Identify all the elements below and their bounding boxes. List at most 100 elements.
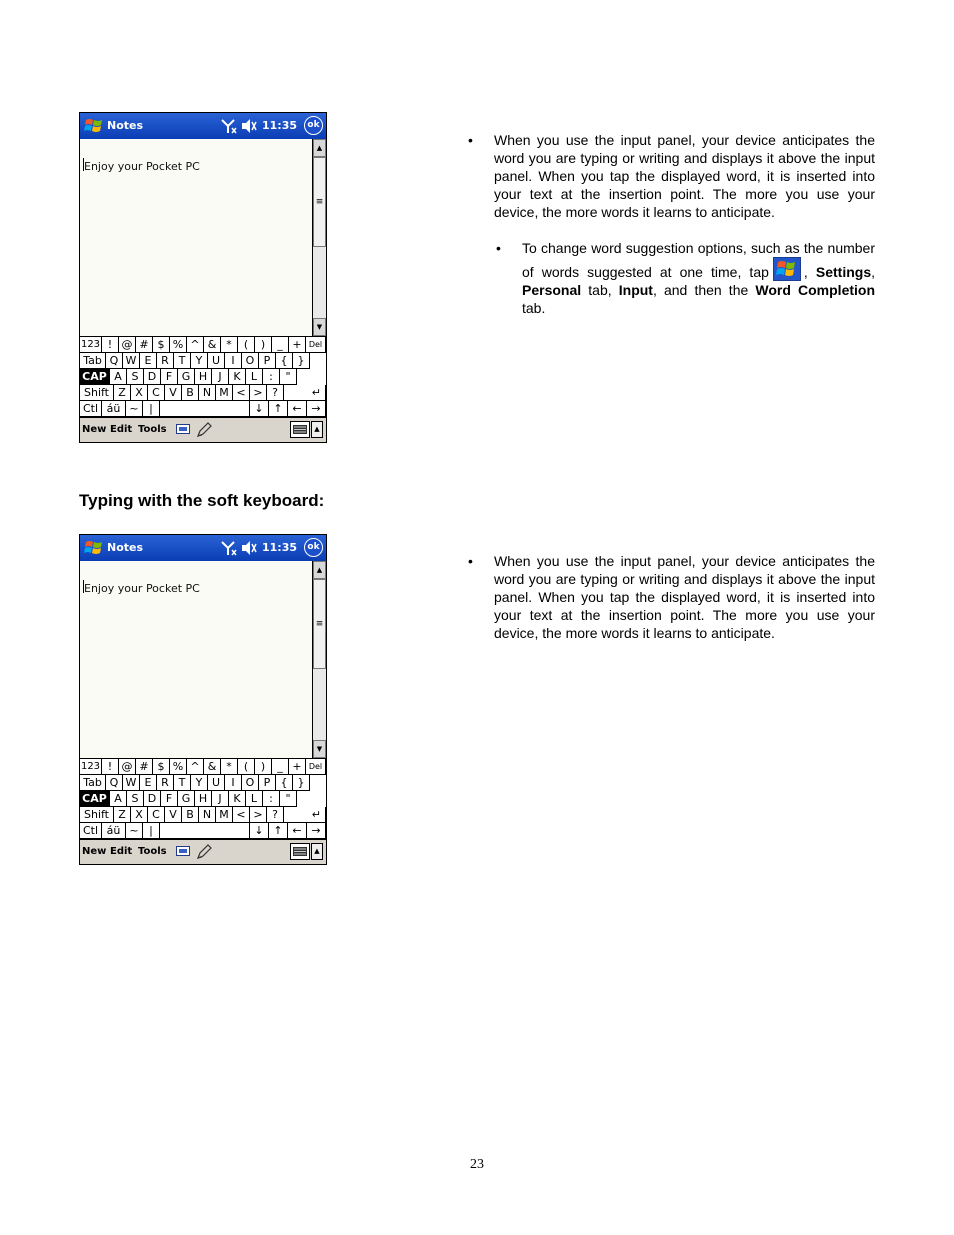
clock[interactable]: 11:35 [262, 119, 297, 132]
key[interactable]: D [144, 369, 161, 385]
key[interactable]: F [161, 369, 178, 385]
note-area[interactable]: Enjoy your Pocket PC [80, 139, 312, 336]
key[interactable]: 123 [80, 759, 102, 775]
key[interactable]: R [157, 353, 174, 369]
volume-icon[interactable] [240, 118, 258, 134]
key-delete[interactable]: Del [306, 337, 326, 353]
key[interactable]: ( [238, 759, 255, 775]
key-arrow-down[interactable]: ↓ [250, 401, 269, 417]
key[interactable]: | [143, 823, 160, 839]
key[interactable]: B [182, 807, 199, 823]
key-shift[interactable]: Shift [80, 385, 114, 401]
key[interactable]: V [165, 385, 182, 401]
windows-start-icon[interactable] [83, 538, 105, 558]
key[interactable]: J [212, 369, 229, 385]
key[interactable]: X [131, 807, 148, 823]
key[interactable]: L [246, 369, 263, 385]
key[interactable]: $ [153, 337, 170, 353]
key[interactable]: ! [102, 759, 119, 775]
key[interactable]: ~ [126, 401, 143, 417]
key-enter[interactable]: ↵ [284, 385, 326, 401]
key[interactable]: % [170, 759, 187, 775]
key[interactable]: V [165, 807, 182, 823]
key-space[interactable] [160, 401, 250, 417]
key-accents[interactable]: áü [102, 823, 126, 839]
key-arrow-up[interactable]: ↑ [269, 823, 288, 839]
key[interactable]: ) [255, 337, 272, 353]
signal-icon[interactable] [220, 117, 238, 135]
key[interactable]: S [127, 369, 144, 385]
key[interactable]: & [204, 337, 221, 353]
key[interactable]: M [216, 807, 233, 823]
key-arrow-up[interactable]: ↑ [269, 401, 288, 417]
key[interactable]: Q [106, 775, 123, 791]
key[interactable]: G [178, 791, 195, 807]
key[interactable]: < [233, 807, 250, 823]
key-accents[interactable]: áü [102, 401, 126, 417]
volume-icon[interactable] [240, 540, 258, 556]
key[interactable]: S [127, 791, 144, 807]
key[interactable]: T [174, 775, 191, 791]
input-panel-arrow-icon[interactable]: ▲ [311, 421, 323, 438]
key[interactable]: U [208, 353, 225, 369]
key[interactable]: M [216, 385, 233, 401]
key[interactable]: O [242, 775, 259, 791]
key[interactable]: } [293, 775, 310, 791]
scroll-down-icon[interactable]: ▼ [313, 318, 326, 336]
key[interactable]: N [199, 807, 216, 823]
key-caps[interactable]: CAP [80, 369, 110, 385]
key[interactable]: " [280, 369, 297, 385]
ok-button[interactable]: ok [304, 538, 323, 557]
key-shift[interactable]: Shift [80, 807, 114, 823]
scroll-up-icon[interactable]: ▲ [313, 139, 326, 157]
key[interactable]: * [221, 759, 238, 775]
key[interactable]: I [225, 353, 242, 369]
menu-tools[interactable]: Tools [138, 846, 167, 857]
vertical-scrollbar[interactable]: ▲ ≡ ▼ [312, 139, 326, 336]
key[interactable]: L [246, 791, 263, 807]
scroll-down-icon[interactable]: ▼ [313, 740, 326, 758]
key[interactable]: E [140, 353, 157, 369]
scroll-thumb[interactable]: ≡ [313, 157, 326, 247]
key[interactable]: > [250, 807, 267, 823]
key-tab[interactable]: Tab [80, 775, 106, 791]
key[interactable]: | [143, 401, 160, 417]
key[interactable]: ? [267, 807, 284, 823]
key[interactable]: ^ [187, 759, 204, 775]
ok-button[interactable]: ok [304, 116, 323, 135]
key[interactable]: & [204, 759, 221, 775]
key[interactable]: U [208, 775, 225, 791]
note-area[interactable]: Enjoy your Pocket PC [80, 561, 312, 758]
key[interactable]: < [233, 385, 250, 401]
key[interactable]: _ [272, 337, 289, 353]
key[interactable]: D [144, 791, 161, 807]
key[interactable]: Y [191, 775, 208, 791]
key[interactable]: T [174, 353, 191, 369]
key[interactable]: W [123, 775, 140, 791]
key-arrow-right[interactable]: → [307, 401, 326, 417]
key[interactable]: Y [191, 353, 208, 369]
key[interactable]: H [195, 369, 212, 385]
key[interactable]: 123 [80, 337, 102, 353]
keyboard-icon[interactable] [290, 421, 310, 438]
key[interactable]: G [178, 369, 195, 385]
scroll-up-icon[interactable]: ▲ [313, 561, 326, 579]
key[interactable]: { [276, 353, 293, 369]
key[interactable]: @ [119, 337, 136, 353]
key[interactable]: } [293, 353, 310, 369]
key[interactable]: ) [255, 759, 272, 775]
key-ctrl[interactable]: Ctl [80, 823, 102, 839]
clock[interactable]: 11:35 [262, 541, 297, 554]
menu-new[interactable]: New [82, 424, 106, 435]
key[interactable]: H [195, 791, 212, 807]
key[interactable]: { [276, 775, 293, 791]
key[interactable]: ? [267, 385, 284, 401]
key[interactable]: F [161, 791, 178, 807]
key[interactable]: * [221, 337, 238, 353]
key[interactable]: Z [114, 385, 131, 401]
key[interactable]: C [148, 807, 165, 823]
key[interactable]: _ [272, 759, 289, 775]
key-space[interactable] [160, 823, 250, 839]
key[interactable]: K [229, 369, 246, 385]
key[interactable]: C [148, 385, 165, 401]
